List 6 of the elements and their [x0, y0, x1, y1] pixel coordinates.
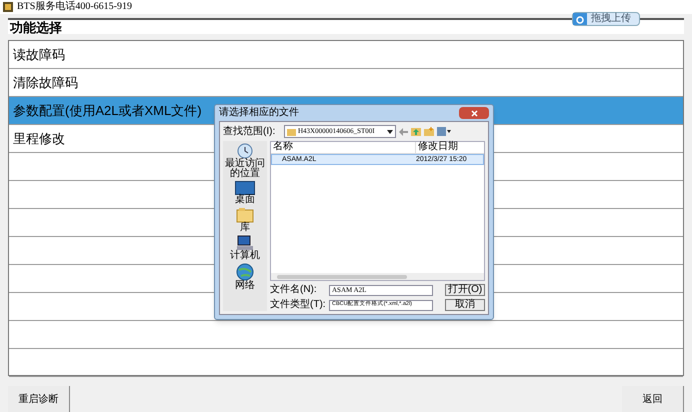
dialog-title: 请选择相应的文件 — [219, 108, 299, 118]
filename-label: 文件名(N): — [270, 285, 318, 295]
section-title: 功能选择 — [8, 20, 62, 34]
filetype-label: 文件类型(T): — [270, 300, 326, 310]
look-in-label: 查找范围(I): — [223, 126, 276, 136]
window-title: BTS服务电话400-6615-919 — [17, 2, 132, 12]
